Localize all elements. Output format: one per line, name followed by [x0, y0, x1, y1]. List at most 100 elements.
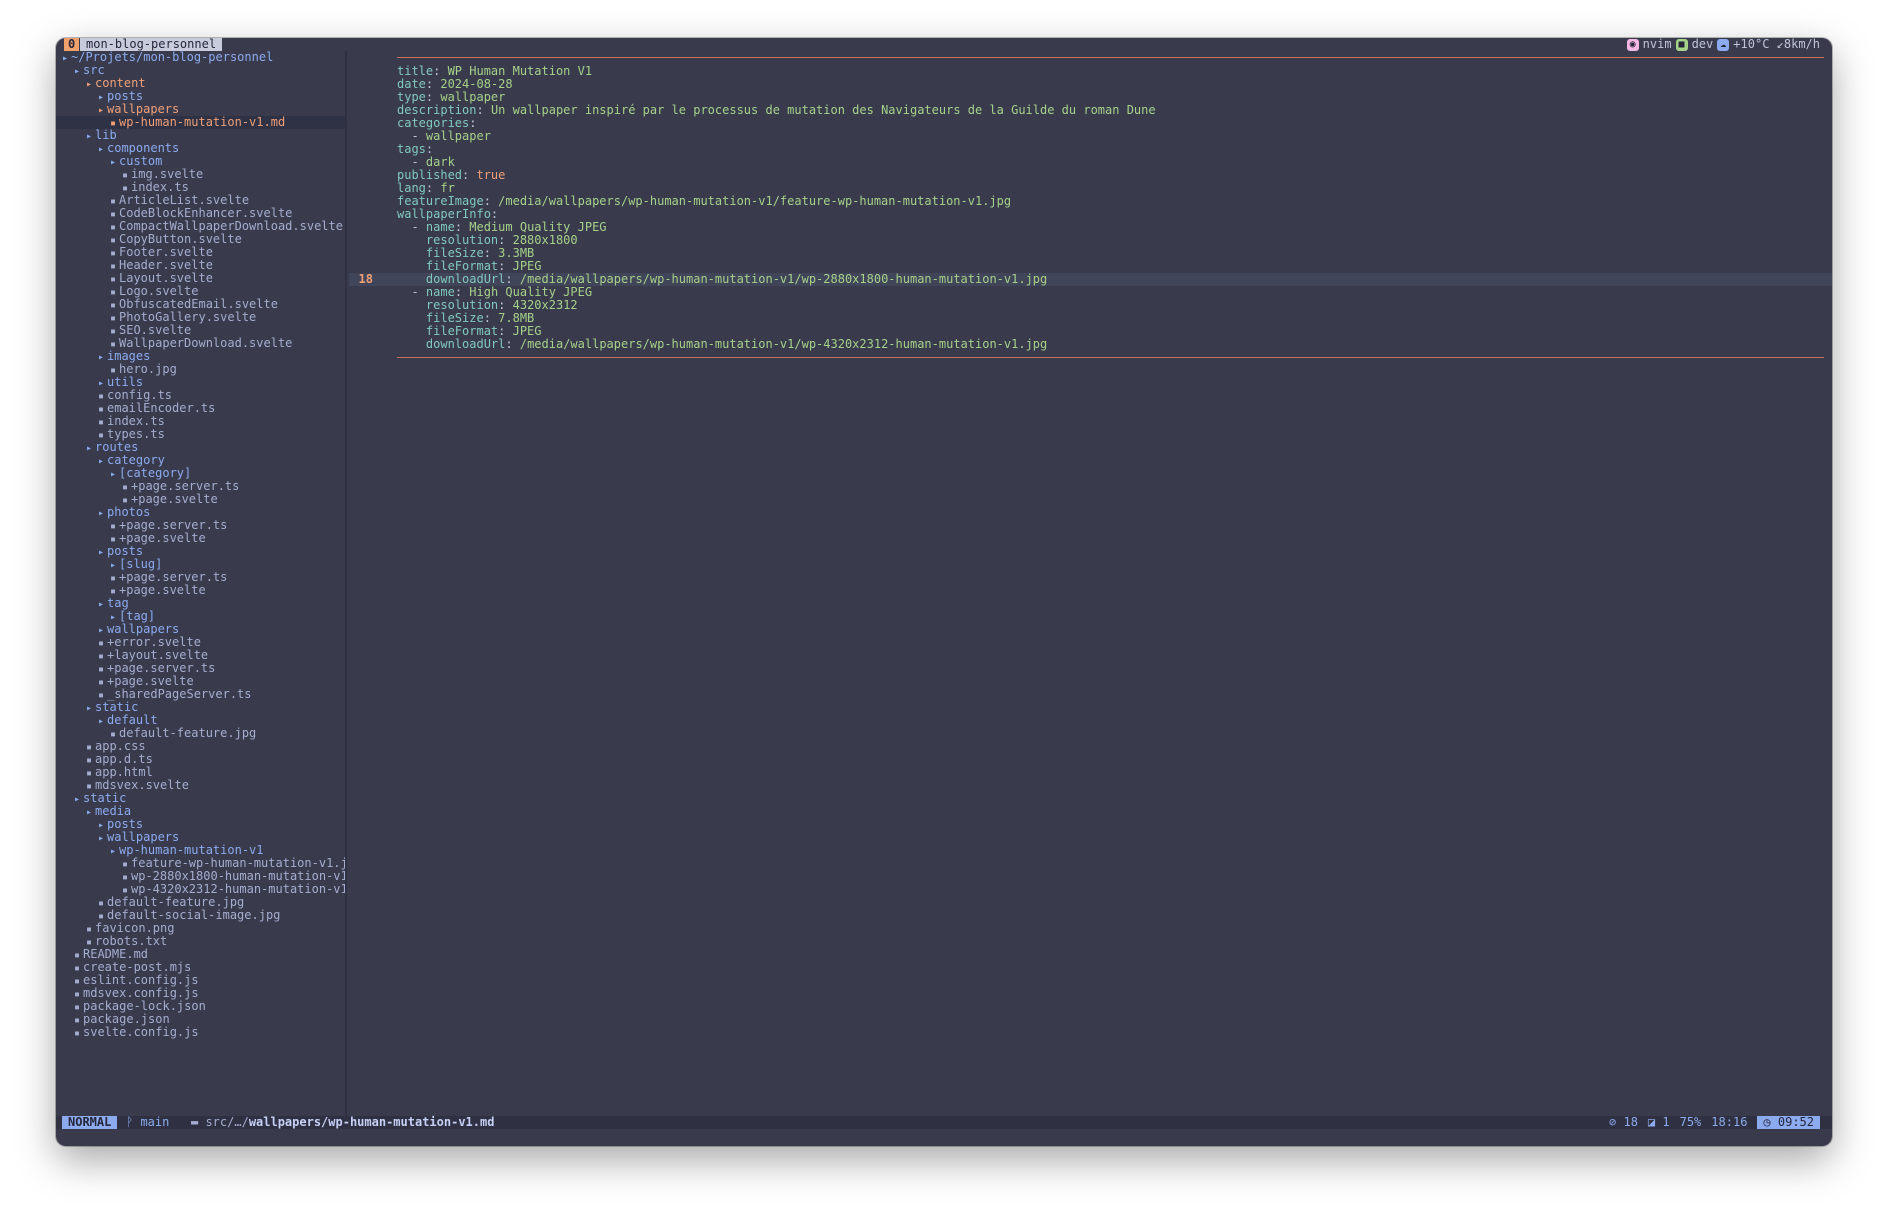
tree-folder[interactable]: ▸ tag: [56, 597, 345, 611]
tree-label: +page.server.ts: [119, 570, 228, 584]
frontmatter-top-rule: [397, 57, 1824, 58]
tree-label: wp-2880x1800-human-mutation-v1.jpg: [131, 869, 345, 883]
tree-file[interactable]: ▪ +page.svelte: [56, 493, 345, 507]
code-token: :: [498, 259, 513, 273]
tree-file[interactable]: ▪ +page.server.ts: [56, 662, 345, 676]
tree-file[interactable]: ▪ PhotoGallery.svelte: [56, 311, 345, 325]
editor-pane[interactable]: title: WP Human Mutation V1 date: 2024-08…: [349, 51, 1832, 1116]
tree-label: config.ts: [107, 388, 173, 402]
tree-label: hero.jpg: [119, 362, 177, 376]
tree-folder[interactable]: ▸ static: [56, 700, 345, 715]
tree-folder[interactable]: ▸ utils: [56, 376, 345, 390]
tree-label: index.ts: [131, 180, 189, 194]
git-branch: ᚹ main: [126, 1116, 169, 1129]
tree-file[interactable]: ▪ Layout.svelte: [56, 272, 345, 286]
tree-label: Header.svelte: [119, 258, 213, 272]
tree-file[interactable]: ▪ img.svelte: [56, 168, 345, 182]
code-token: true: [476, 168, 506, 182]
frontmatter-bottom-rule: [397, 357, 1824, 358]
tree-folder[interactable]: ▸ lib: [56, 128, 345, 143]
tree-label: posts: [107, 89, 144, 103]
tree-label: static: [95, 700, 139, 714]
code-token: WP Human Mutation V1: [447, 64, 593, 78]
code-token: Medium Quality JPEG: [469, 220, 607, 234]
tree-folder[interactable]: ▸ posts: [56, 817, 345, 832]
code-token: featureImage: [397, 194, 484, 208]
code-token: -: [397, 220, 426, 234]
branch-icon: ᚹ: [126, 1115, 141, 1129]
tree-label: src: [83, 63, 105, 77]
code-token: :: [498, 298, 513, 312]
tree-folder[interactable]: ▸ posts: [56, 545, 345, 559]
app-icon: ◉: [1626, 38, 1639, 51]
code-token: :: [433, 64, 448, 78]
mode-indicator: NORMAL: [62, 1116, 118, 1129]
tree-label: emailEncoder.ts: [107, 401, 216, 415]
tree-file[interactable]: ▪ WallpaperDownload.svelte: [56, 336, 345, 351]
code-token: :: [483, 246, 499, 260]
tab-name[interactable]: mon-blog-personnel: [80, 38, 223, 51]
tree-file[interactable]: ▪ emailEncoder.ts: [56, 401, 345, 416]
tree-label: package.json: [83, 1012, 170, 1026]
clock: ◷ 09:52: [1757, 1116, 1820, 1129]
code-token: 4320x2312: [512, 298, 578, 312]
tree-label: package-lock.json: [83, 999, 206, 1013]
tree-file[interactable]: ▪ hero.jpg: [56, 362, 345, 377]
tree-label: mdsvex.config.js: [83, 986, 199, 1000]
tree-folder[interactable]: ▸ content: [56, 77, 345, 91]
code-token: name: [425, 285, 455, 299]
code-line[interactable]: description: Un wallpaper inspiré par le…: [397, 104, 1156, 117]
tree-folder[interactable]: ▸ media: [56, 804, 345, 819]
tree-folder[interactable]: ▸ [tag]: [56, 610, 345, 624]
code-token: :: [505, 272, 520, 286]
code-token: Un wallpaper inspiré par le processus de…: [490, 103, 1156, 117]
tree-label: default-feature.jpg: [119, 726, 257, 740]
tree-label: wallpapers: [107, 102, 180, 116]
tree-label: CompactWallpaperDownload.svelte: [119, 219, 343, 233]
code-token: :: [498, 324, 513, 338]
diagnostics: ⊘ 18: [1609, 1115, 1638, 1129]
tree-file[interactable]: ▪ index.ts: [56, 415, 345, 429]
tree-label: _sharedPageServer.ts: [107, 687, 252, 701]
tree-label: WallpaperDownload.svelte: [119, 336, 293, 350]
tree-label: mdsvex.svelte: [95, 778, 189, 792]
code-token: name: [425, 220, 455, 234]
code-token: fileFormat: [425, 324, 499, 338]
tree-label: ArticleList.svelte: [119, 193, 250, 207]
tree-folder[interactable]: ▸ components: [56, 142, 345, 156]
tree-file[interactable]: ▪ +page.svelte: [56, 531, 345, 546]
split-divider[interactable]: [345, 51, 347, 1116]
file-icon: ▬: [191, 1115, 206, 1129]
tree-file[interactable]: ▪ +page.svelte: [56, 584, 345, 598]
tab-index[interactable]: 0: [64, 38, 80, 51]
tree-label: default-social-image.jpg: [107, 908, 281, 922]
tree-file[interactable]: ▪ svelte.config.js: [56, 1026, 345, 1040]
code-token: :: [425, 90, 441, 104]
tree-label: app.d.ts: [95, 752, 153, 766]
tree-label: images: [107, 349, 151, 363]
tree-label: eslint.config.js: [83, 973, 199, 987]
tree-folder[interactable]: ▸ posts: [56, 89, 345, 104]
tree-folder[interactable]: ▸ routes: [56, 441, 345, 455]
tree-label: [slug]: [119, 557, 163, 571]
code-token: fileSize: [425, 311, 484, 325]
tree-label: +page.svelte: [119, 531, 206, 545]
code-token: published: [397, 168, 463, 182]
tree-label: media: [95, 804, 132, 818]
code-token: :: [476, 103, 491, 117]
tmux-status-bar: 0 mon-blog-personnel ◉ nvim ■ dev ☁ +10°…: [56, 38, 1832, 51]
tree-label: posts: [107, 817, 144, 831]
code-token: title: [397, 64, 434, 78]
code-line[interactable]: downloadUrl: /media/wallpapers/wp-human-…: [397, 338, 1047, 351]
tree-folder[interactable]: ▸ images: [56, 349, 345, 364]
code-token: wallpaper: [440, 90, 506, 104]
code-token: -: [397, 129, 426, 143]
tree-folder[interactable]: ▸ category: [56, 454, 345, 468]
tree-label: lib: [95, 128, 117, 142]
tree-label: create-post.mjs: [83, 960, 192, 974]
